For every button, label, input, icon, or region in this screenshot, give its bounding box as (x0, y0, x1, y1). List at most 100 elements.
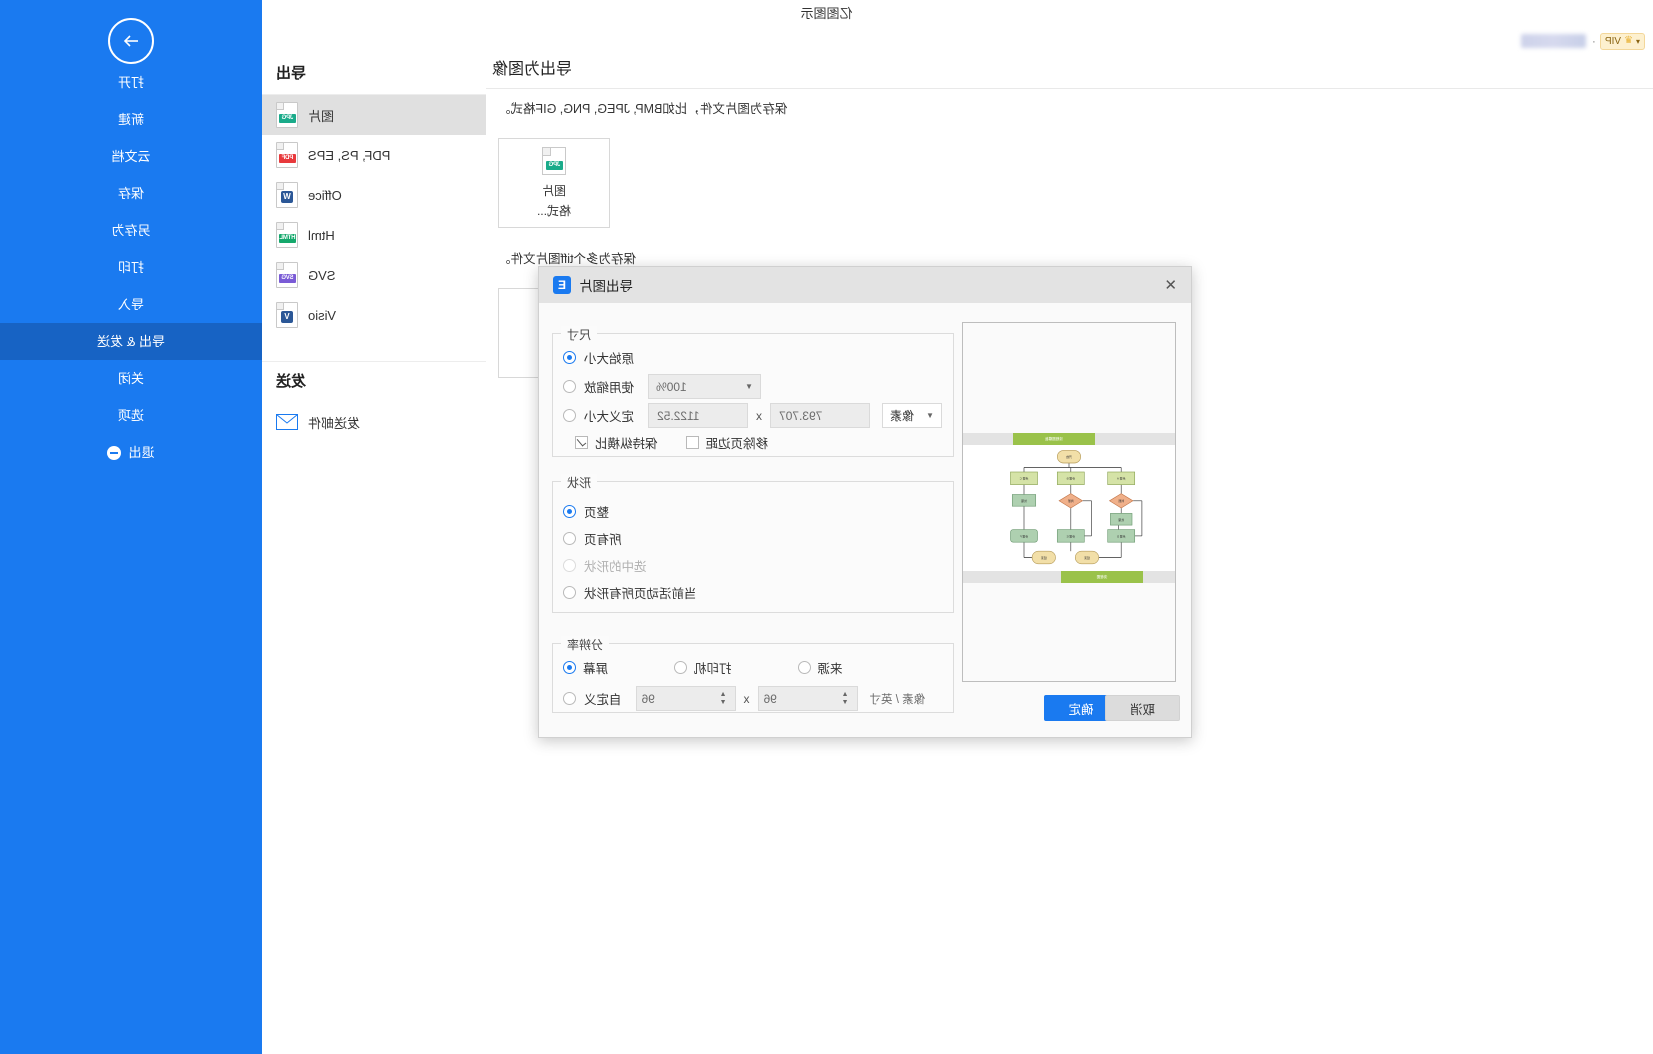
dpi-x-spinner-buttons[interactable]: ▲ ▼ (720, 691, 727, 706)
selected-shapes-row[interactable]: 选中的形状 (563, 556, 647, 575)
height-input[interactable]: 793.707 (770, 403, 871, 428)
svg-text:结束: 结束 (1041, 555, 1047, 560)
spinner-up-icon[interactable]: ▲ (720, 691, 727, 698)
mail-icon (276, 414, 298, 430)
visio-tag-label: V (281, 311, 293, 323)
dpi-x-stepper[interactable]: 96 ▲ ▼ (635, 686, 736, 711)
size-legend: 尺寸 (561, 326, 598, 343)
cancel-button[interactable]: 取消 (1105, 695, 1180, 721)
original-size-row[interactable]: 原始大小 (563, 348, 634, 367)
svg-text:开始: 开始 (1066, 454, 1072, 459)
dialog-titlebar: E 导出图片 ✕ (539, 267, 1191, 303)
printer-label: 打印机 (694, 662, 732, 676)
all-pages-row[interactable]: 所有页 (563, 529, 622, 548)
custom-size-row[interactable]: 定义大小 1122.52 x 793.707 像素 ▼ (563, 403, 943, 428)
rail-item-close[interactable]: 关闭 (0, 360, 262, 397)
source-radio[interactable] (797, 661, 811, 674)
shapes-legend: 形状 (561, 474, 598, 491)
dialog-close-icon[interactable]: ✕ (1164, 277, 1177, 294)
source-label: 来源 (817, 662, 843, 676)
export-format-office[interactable]: Office W (262, 175, 486, 215)
dpi-y-stepper[interactable]: 96 ▲ ▼ (757, 686, 858, 711)
all-pages-label: 所有页 (584, 533, 622, 547)
selected-shapes-radio[interactable] (563, 559, 576, 572)
export-format-html[interactable]: Html HTML (262, 215, 486, 255)
rail-item-exit[interactable]: 退出 (0, 434, 262, 471)
export-panel: 导出 图片 JPG PDF, PS, EPS PDF Office W Html… (261, 54, 486, 1054)
crown-icon: ♛ (1624, 35, 1633, 46)
export-picture-dialog: E 导出图片 ✕ 流程图模板 开始 步骤 A 步骤 B 步骤 C 判断 判断 处… (538, 266, 1192, 738)
scale-size-radio[interactable] (563, 380, 576, 393)
whole-page-row[interactable]: 整页 (563, 502, 609, 521)
rail-item-cloud-doc[interactable]: 云文档 (0, 138, 262, 175)
remove-margin-checkbox[interactable] (685, 436, 699, 449)
active-page-shapes-row[interactable]: 当前活动页所有形状 (563, 583, 697, 602)
export-format-list: 图片 JPG PDF, PS, EPS PDF Office W Html HT… (262, 94, 486, 335)
shapes-fieldset: 形状 整页 所有页 选中的形状 当前活动页所有形状 (552, 474, 954, 613)
scale-value-select[interactable]: 100% ▼ (648, 374, 762, 399)
dpi-unit-label: 像素 / 英寸 (869, 693, 926, 706)
export-format-html-label: Html (308, 227, 335, 243)
export-format-svg[interactable]: SVG SVG (262, 255, 486, 295)
minus-circle-icon (107, 445, 122, 460)
rail-item-import[interactable]: 导入 (0, 286, 262, 323)
active-page-shapes-radio[interactable] (563, 586, 576, 599)
send-mail-label: 发送邮件 (308, 415, 361, 431)
rail-item-save[interactable]: 保存 (0, 175, 262, 212)
export-format-visio[interactable]: Visio V (262, 295, 486, 335)
rail-item-options[interactable]: 选项 (0, 397, 262, 434)
rail-item-save-as[interactable]: 另存为 (0, 212, 262, 249)
size-unit-value: 像素 (890, 409, 915, 423)
image-format-tile[interactable]: JPG 图片 格式... (498, 138, 610, 228)
jpg-tag-label: JPG (279, 114, 296, 123)
spinner-up-icon[interactable]: ▲ (842, 691, 849, 698)
resolution-radios-row: 屏幕 打印机 来源 (563, 658, 843, 677)
rail-item-open[interactable]: 打开 (0, 64, 262, 101)
send-mail-item[interactable]: 发送邮件 (262, 402, 486, 442)
export-format-image[interactable]: 图片 JPG (262, 95, 486, 135)
remove-margin-label: 移除页边距 (705, 437, 769, 451)
active-page-shapes-label: 当前活动页所有形状 (584, 587, 697, 601)
dpi-x-separator: x (743, 691, 750, 706)
preview-pane: 流程图模板 开始 步骤 A 步骤 B 步骤 C 判断 判断 处理 处理 步骤 D… (962, 322, 1176, 682)
jpg-icon: JPG (276, 102, 298, 128)
separator-dot: · (1591, 34, 1596, 48)
image-tile-line1: 图片 (542, 184, 567, 198)
spinner-down-icon[interactable]: ▼ (720, 699, 727, 706)
svg-icon: SVG (276, 262, 298, 288)
html-tag-label: HTML (279, 234, 296, 243)
flowchart-preview-svg: 开始 步骤 A 步骤 B 步骤 C 判断 判断 处理 处理 步骤 D 步骤 E … (1010, 450, 1143, 565)
custom-size-label: 定义大小 (584, 410, 635, 424)
all-pages-radio[interactable] (563, 532, 576, 545)
spinner-down-icon[interactable]: ▼ (842, 699, 849, 706)
back-button[interactable] (108, 18, 154, 64)
resolution-fieldset: 分辨率 屏幕 打印机 来源 自定义 96 ▲ ▼ x 96 ▲ ▼ 像素 / 英… (552, 636, 954, 713)
vip-badge[interactable]: ▾ ♛ VIP (1599, 32, 1645, 50)
rail-item-print[interactable]: 打印 (0, 249, 262, 286)
preview-top-label: 流程图模板 (1045, 437, 1063, 441)
width-input[interactable]: 1122.52 (648, 403, 749, 428)
rail-item-export-send[interactable]: 导出 & 发送 (0, 323, 262, 360)
export-format-office-label: Office (308, 187, 342, 203)
dialog-body: 流程图模板 开始 步骤 A 步骤 B 步骤 C 判断 判断 处理 处理 步骤 D… (539, 303, 1191, 737)
size-unit-select[interactable]: 像素 ▼ (882, 403, 943, 428)
html-icon: HTML (276, 222, 298, 248)
original-size-radio[interactable] (563, 351, 576, 364)
export-format-pdf[interactable]: PDF, PS, EPS PDF (262, 135, 486, 175)
custom-dpi-radio[interactable] (563, 692, 576, 705)
scale-size-label: 使用缩放 (584, 381, 635, 395)
custom-size-radio[interactable] (563, 409, 576, 422)
printer-radio[interactable] (674, 661, 688, 674)
vip-label: VIP (1604, 35, 1622, 47)
scale-size-row[interactable]: 使用缩放 100% ▼ (563, 374, 762, 399)
preview-header-bar: 流程图模板 (963, 433, 1175, 445)
rail-item-new[interactable]: 新建 (0, 101, 262, 138)
preview-bottom-label: 流程图 (1096, 575, 1108, 579)
selected-shapes-label: 选中的形状 (584, 560, 647, 574)
word-tag-label: W (281, 191, 293, 203)
dpi-y-spinner-buttons[interactable]: ▲ ▼ (842, 691, 849, 706)
ratio-margin-row: 保持纵横比 移除页边距 (575, 433, 768, 452)
keep-ratio-checkbox[interactable] (575, 436, 588, 449)
screen-radio[interactable] (563, 661, 576, 674)
whole-page-radio[interactable] (563, 505, 576, 518)
